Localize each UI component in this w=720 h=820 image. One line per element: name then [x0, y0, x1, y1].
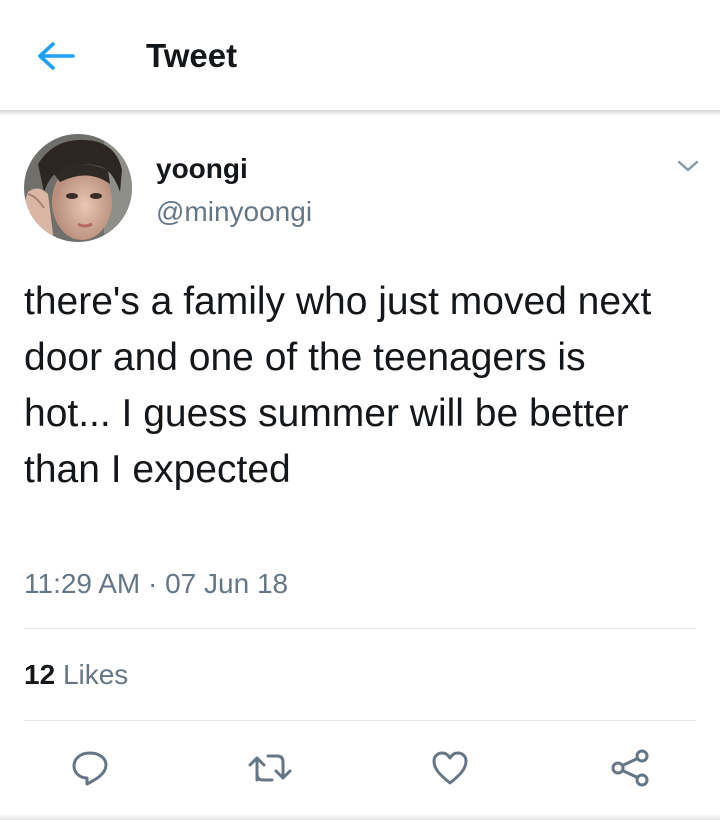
profile-photo-icon: [24, 134, 132, 242]
tweet-timestamp: 11:29 AM · 07 Jun 18: [24, 568, 289, 599]
like-button[interactable]: [422, 740, 478, 796]
retweet-icon: [248, 754, 292, 782]
divider: [24, 628, 696, 629]
retweet-button[interactable]: [242, 740, 298, 796]
share-icon: [611, 749, 649, 787]
reply-button[interactable]: [62, 740, 118, 796]
top-app-bar: Tweet: [0, 0, 720, 112]
share-button[interactable]: [602, 740, 658, 796]
chevron-down-icon: [677, 160, 699, 172]
author-name[interactable]: yoongi: [156, 152, 248, 186]
back-button[interactable]: [30, 36, 82, 76]
header-divider: [0, 110, 720, 116]
arrow-left-icon: [38, 42, 75, 70]
divider: [24, 720, 696, 721]
bottom-divider: [0, 814, 720, 820]
likes-label: Likes: [62, 659, 129, 690]
action-bar: [0, 740, 720, 796]
likes-count: 12: [24, 659, 56, 690]
author-handle[interactable]: @minyoongi: [156, 195, 312, 229]
heart-icon: [432, 751, 468, 785]
page-title: Tweet: [146, 37, 238, 74]
more-options-button[interactable]: [672, 150, 704, 182]
likes-stat[interactable]: 12 Likes: [24, 658, 128, 692]
reply-icon: [72, 751, 108, 786]
tweet-text: there's a family who just moved next doo…: [24, 280, 652, 491]
avatar[interactable]: [24, 134, 132, 242]
